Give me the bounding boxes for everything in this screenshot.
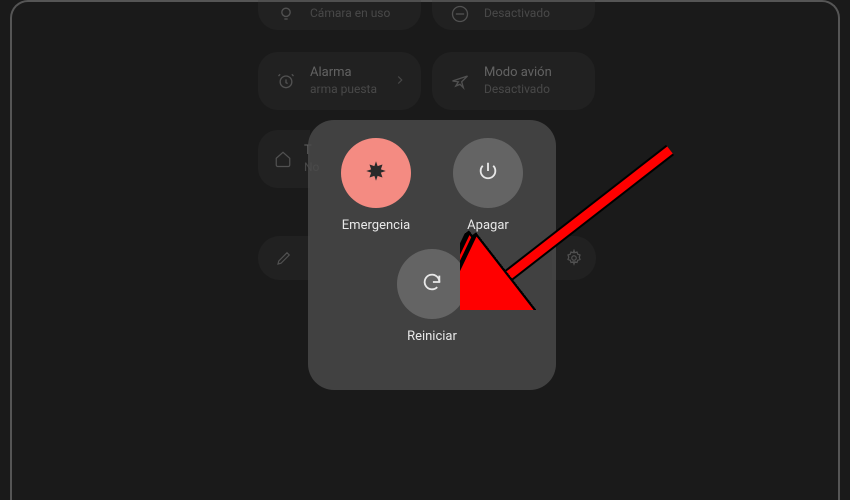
- shutdown-option: Apagar: [438, 138, 538, 233]
- power-menu-row-2: Reiniciar: [324, 249, 540, 344]
- emergency-icon: [363, 158, 389, 188]
- power-menu-row-1: Emergencia Apagar: [324, 138, 540, 233]
- emergency-button[interactable]: [341, 138, 411, 208]
- restart-button[interactable]: [397, 249, 467, 319]
- shutdown-label: Apagar: [467, 218, 509, 233]
- restart-label: Reiniciar: [407, 329, 457, 344]
- shutdown-button[interactable]: [453, 138, 523, 208]
- power-menu: Emergencia Apagar Reiniciar: [308, 120, 556, 390]
- restart-icon: [421, 271, 443, 297]
- restart-option: Reiniciar: [382, 249, 482, 344]
- emergency-option: Emergencia: [326, 138, 426, 233]
- power-icon: [477, 160, 499, 186]
- emergency-label: Emergencia: [342, 218, 410, 233]
